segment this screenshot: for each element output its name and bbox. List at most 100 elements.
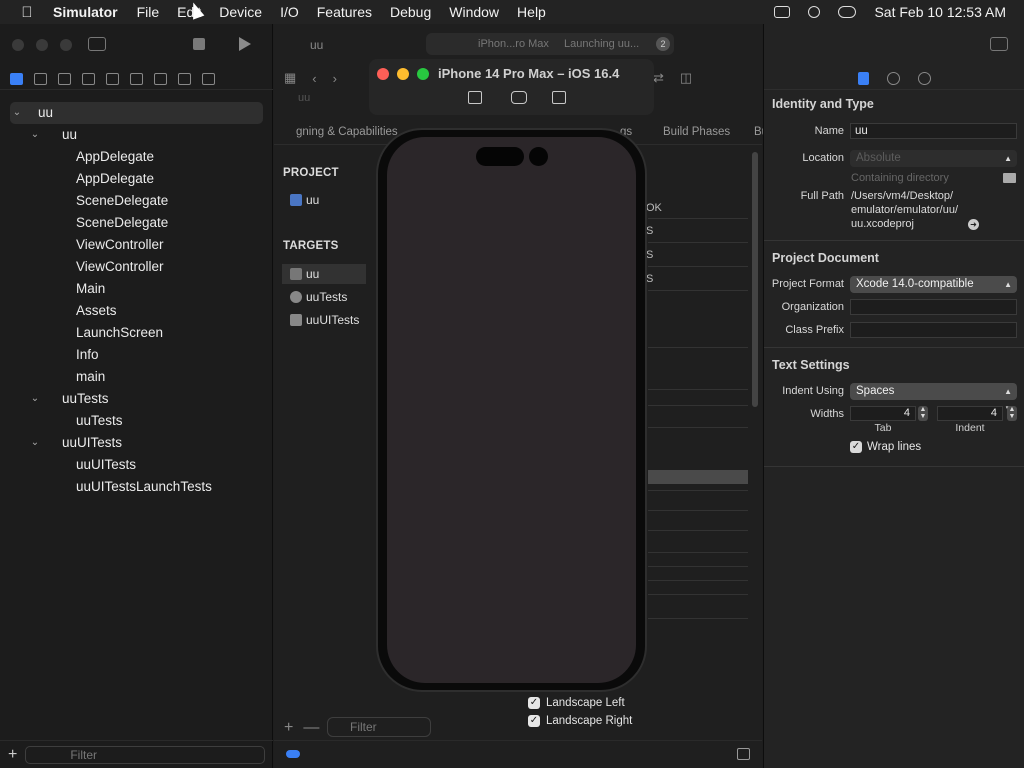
simulator-zoom-button[interactable] — [417, 68, 429, 80]
history-inspector-icon[interactable] — [887, 72, 900, 85]
console-toggle-icon[interactable] — [737, 748, 750, 760]
device-screen[interactable] — [387, 137, 636, 683]
scheme-selector[interactable]: uu — [282, 38, 323, 52]
app-menu[interactable]: Simulator — [53, 4, 118, 20]
navigator-item[interactable]: Assets — [0, 300, 273, 322]
spotlight-search-icon[interactable] — [808, 6, 821, 18]
navigator-item[interactable]: uuUITestsLaunchTests — [0, 476, 273, 498]
debug-navigator-icon[interactable] — [154, 72, 167, 85]
menu-file[interactable]: File — [137, 4, 160, 20]
navigator-item[interactable]: ⌄ uu — [10, 102, 263, 124]
jump-bar[interactable]: uu — [280, 92, 310, 112]
navigator-item[interactable]: ⌄ uuTests — [0, 388, 273, 410]
swap-icon[interactable]: ⇄ — [653, 70, 664, 86]
navigator-item[interactable]: uuTests — [0, 410, 273, 432]
tab-width-stepper[interactable]: ▲ ▼ — [918, 406, 928, 421]
orientation-landscape-right[interactable]: ✓ Landscape Right — [528, 715, 632, 727]
navigator-item[interactable]: Info — [0, 344, 273, 366]
tab-signing[interactable]: gning & Capabilities — [296, 126, 398, 138]
navigator-item[interactable]: AppDelegate — [0, 168, 273, 190]
file-inspector-icon[interactable] — [858, 72, 869, 85]
add-file-button[interactable]: + — [8, 746, 17, 764]
breakpoint-navigator-icon[interactable] — [178, 72, 191, 85]
menu-device[interactable]: Device — [219, 4, 262, 20]
back-icon[interactable]: ‹ — [312, 71, 316, 86]
name-field[interactable]: uu — [850, 123, 1017, 139]
find-navigator-icon[interactable] — [82, 72, 95, 85]
reveal-in-finder-icon[interactable]: ➜ — [968, 219, 979, 230]
sidebar-toggle-icon[interactable] — [88, 37, 106, 51]
inspector-toggle-icon[interactable] — [990, 37, 1008, 51]
navigator-item[interactable]: LaunchScreen — [0, 322, 273, 344]
orientation-landscape-left[interactable]: ✓ Landscape Left — [528, 697, 625, 709]
navigator-item[interactable]: uuUITests — [0, 454, 273, 476]
window-minimize-button[interactable] — [36, 39, 48, 51]
menu-debug[interactable]: Debug — [390, 4, 431, 20]
target-filter-input[interactable]: Filter — [327, 717, 431, 737]
navigator-item[interactable]: ViewController — [0, 256, 273, 278]
menu-io[interactable]: I/O — [280, 4, 299, 20]
activity-viewer[interactable]: iPhon...ro Max Launching uu... 2 — [426, 33, 674, 55]
disclosure-chevron-icon[interactable]: ⌄ — [30, 124, 40, 146]
wrap-lines-checkbox[interactable]: ✓ Wrap lines — [850, 441, 921, 453]
navigator-item[interactable]: ⌄ uuUITests — [0, 432, 273, 454]
tab-build-phases[interactable]: Build Phases — [663, 126, 730, 138]
checkbox-checked-icon[interactable]: ✓ — [528, 715, 540, 727]
editor-scrollbar[interactable] — [752, 152, 758, 407]
class-prefix-field[interactable] — [850, 322, 1017, 338]
indent-using-popup[interactable]: Spaces ▲▼ — [850, 383, 1017, 413]
target-item-uu[interactable]: uu — [282, 264, 366, 284]
screenshot-icon[interactable] — [511, 91, 527, 104]
navigator-filter-input[interactable]: Filter — [25, 745, 265, 764]
selected-setting-row[interactable] — [648, 470, 748, 484]
folder-icon[interactable] — [1003, 173, 1016, 183]
project-format-popup[interactable]: Xcode 14.0-compatible ▲▼ — [850, 276, 1017, 306]
test-navigator-icon[interactable] — [130, 72, 143, 85]
target-item-uutests[interactable]: uuTests — [282, 287, 366, 307]
navigator-item[interactable]: AppDelegate — [0, 146, 273, 168]
menu-help[interactable]: Help — [517, 4, 546, 20]
window-zoom-button[interactable] — [60, 39, 72, 51]
forward-icon[interactable]: › — [333, 71, 337, 86]
control-center-icon[interactable] — [838, 6, 857, 18]
navigator-item[interactable]: ⌄ uu — [0, 124, 273, 146]
checkbox-checked-icon[interactable]: ✓ — [850, 441, 862, 453]
add-editor-icon[interactable]: ◫ — [680, 70, 692, 86]
project-item[interactable]: uu — [282, 190, 366, 210]
tab-width-field[interactable]: 4 — [850, 406, 916, 421]
symbol-navigator-icon[interactable] — [58, 72, 71, 85]
run-button[interactable] — [239, 37, 251, 51]
remove-target-button[interactable]: — — [303, 719, 319, 737]
home-icon[interactable] — [468, 91, 482, 104]
simulator-minimize-button[interactable] — [397, 68, 409, 80]
debug-area-toggle-icon[interactable] — [286, 750, 300, 758]
target-item-uuuitests[interactable]: uuUITests — [282, 310, 366, 330]
report-navigator-icon[interactable] — [202, 72, 215, 85]
indent-width-stepper[interactable]: ▲ ▼ — [1007, 406, 1017, 421]
add-target-button[interactable]: + — [284, 719, 293, 737]
menu-features[interactable]: Features — [317, 4, 372, 20]
window-close-button[interactable] — [12, 39, 24, 51]
stop-button[interactable] — [193, 38, 205, 50]
disclosure-chevron-icon[interactable]: ⌄ — [12, 102, 22, 124]
issue-navigator-icon[interactable] — [106, 72, 119, 85]
disclosure-chevron-icon[interactable]: ⌄ — [30, 388, 40, 410]
folder-navigator-icon[interactable] — [10, 72, 23, 85]
menu-clock[interactable]: Sat Feb 10 12:53 AM — [874, 4, 1006, 20]
navigator-item[interactable]: Main — [0, 278, 273, 300]
checkbox-checked-icon[interactable]: ✓ — [528, 697, 540, 709]
apple-menu-icon[interactable]:  — [12, 4, 42, 21]
organization-field[interactable] — [850, 299, 1017, 315]
indent-width-field[interactable]: 4 — [937, 406, 1003, 421]
screen-mirroring-icon[interactable] — [774, 6, 791, 18]
grid-icon[interactable]: ▦ — [284, 70, 296, 86]
rotate-icon[interactable] — [552, 91, 566, 104]
navigator-item[interactable]: SceneDelegate — [0, 212, 273, 234]
simulator-close-button[interactable] — [377, 68, 389, 80]
navigator-item[interactable]: SceneDelegate — [0, 190, 273, 212]
source-control-navigator-icon[interactable] — [34, 72, 47, 85]
disclosure-chevron-icon[interactable]: ⌄ — [30, 432, 40, 454]
location-popup[interactable]: Absolute ▲▼ — [850, 150, 1017, 180]
navigator-item[interactable]: main — [0, 366, 273, 388]
quick-help-icon[interactable] — [918, 72, 931, 85]
